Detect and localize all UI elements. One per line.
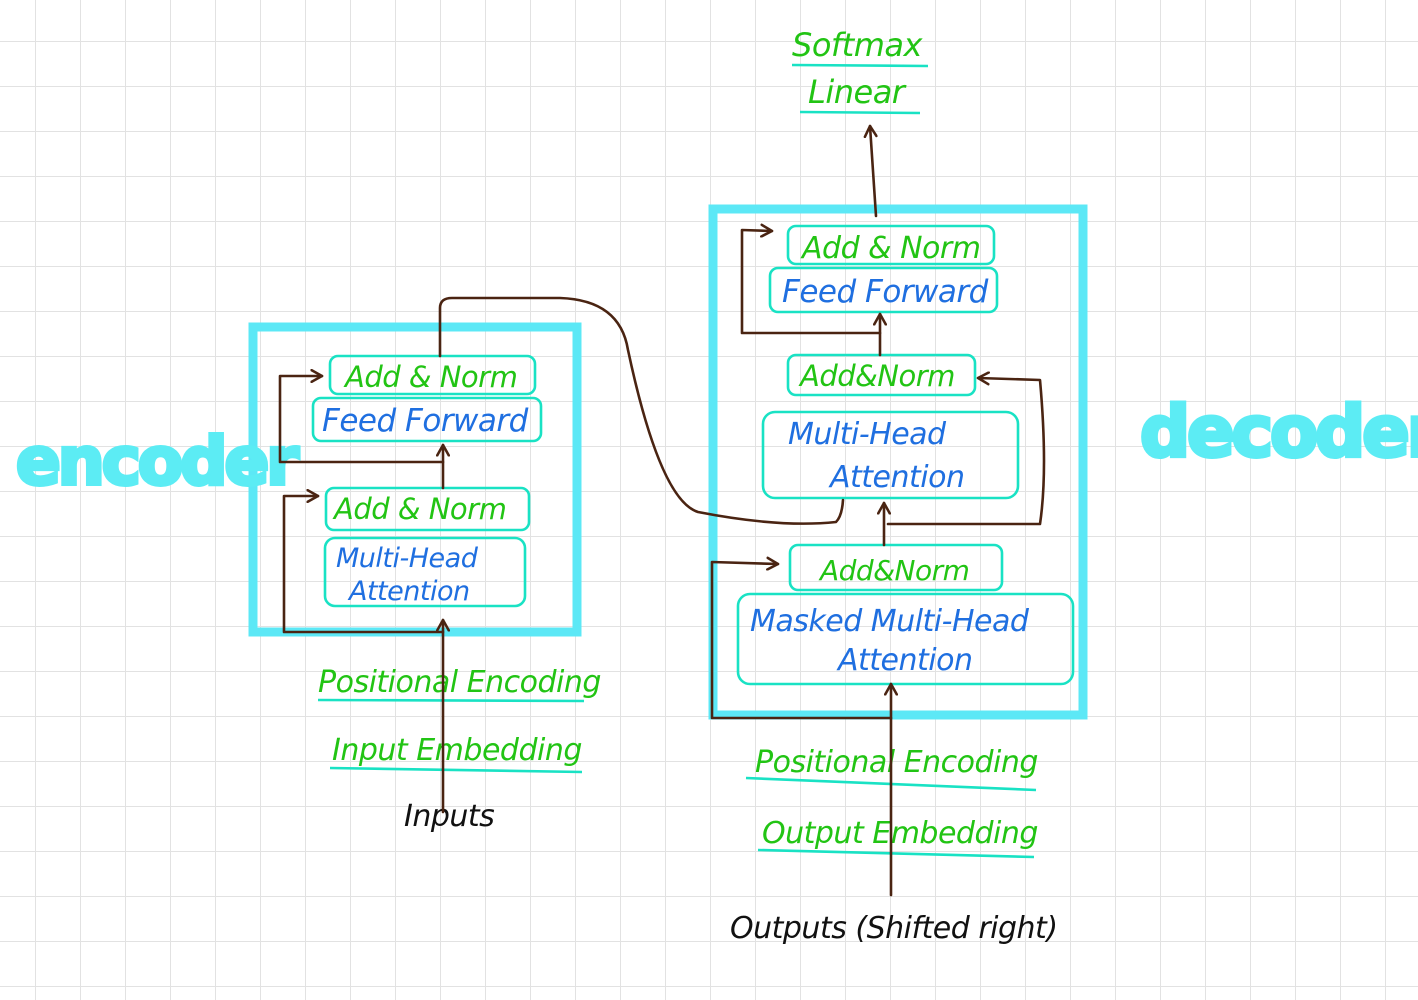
decoder-masked-line2: Attention xyxy=(836,643,972,678)
decoder-linear: Linear xyxy=(808,73,907,111)
decoder-to-linear-arrow xyxy=(870,124,876,218)
encoder-embedding-underline xyxy=(329,766,583,774)
decoder-mha-line1: Multi-Head xyxy=(788,417,947,452)
decoder-add-norm-mid: Add&Norm xyxy=(798,359,955,393)
encoder-inputs: Inputs xyxy=(404,799,494,834)
transformer-diagram: encoder decoder Add & Norm Feed Forward … xyxy=(14,26,1418,946)
decoder-masked-line1: Masked Multi-Head xyxy=(750,604,1030,639)
encoder-input-embedding: Input Embedding xyxy=(332,733,582,768)
decoder-outputs: Outputs (Shifted right) xyxy=(730,911,1058,946)
decoder-embedding-underline xyxy=(757,848,1035,859)
decoder-mha-line2: Attention xyxy=(828,460,964,495)
decoder-softmax-underline xyxy=(791,63,929,68)
encoder-mha-line1: Multi-Head xyxy=(336,543,479,574)
decoder-label: decoder xyxy=(1140,391,1418,473)
encoder-add-norm-bottom: Add & Norm xyxy=(332,492,506,526)
decoder-add-norm-bottom: Add&Norm xyxy=(818,554,969,587)
encoder-positional-encoding: Positional Encoding xyxy=(318,665,601,700)
decoder-add-norm-top: Add & Norm xyxy=(800,231,980,266)
decoder-softmax: Softmax xyxy=(792,26,923,64)
encoder-mha-line2: Attention xyxy=(347,576,470,607)
encoder-add-norm-top: Add & Norm xyxy=(343,360,517,394)
encoder-positional-underline xyxy=(317,698,585,703)
decoder-linear-underline xyxy=(799,110,921,115)
encoder-label: encoder xyxy=(16,423,299,500)
decoder-output-embedding: Output Embedding xyxy=(762,816,1038,851)
encoder-feed-forward: Feed Forward xyxy=(322,403,529,439)
decoder-positional-encoding: Positional Encoding xyxy=(755,745,1038,780)
decoder-feed-forward: Feed Forward xyxy=(782,274,989,310)
diagram-canvas: encoder decoder Add & Norm Feed Forward … xyxy=(0,0,1418,1000)
